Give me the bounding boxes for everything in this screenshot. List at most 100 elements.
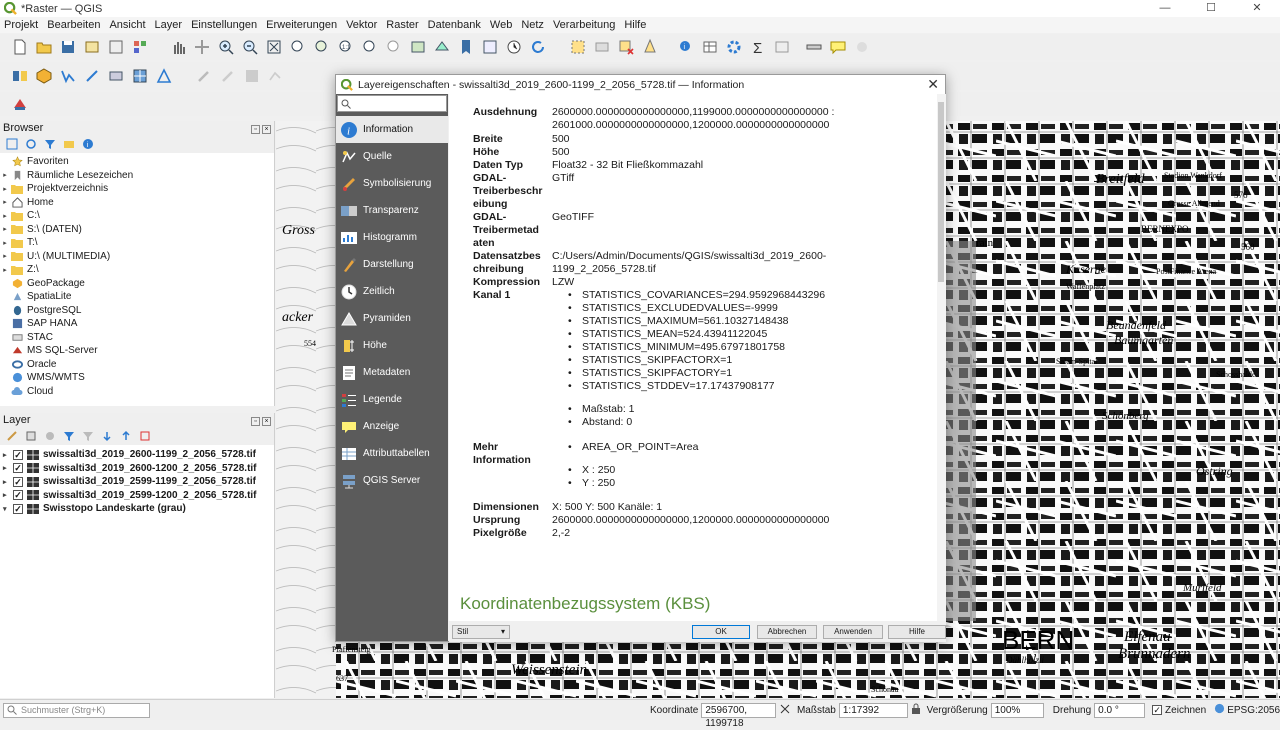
zoom-last-icon[interactable] xyxy=(360,37,380,57)
add-mesh-layer-icon[interactable] xyxy=(154,66,174,86)
layout-manager-icon[interactable] xyxy=(106,37,126,57)
browser-item[interactable]: Cloud xyxy=(0,385,274,399)
float-panel-icon[interactable]: ▫ xyxy=(251,417,260,426)
tab-metadaten[interactable]: Metadaten xyxy=(336,359,448,386)
menu-erweiterungen[interactable]: Erweiterungen xyxy=(266,19,337,31)
properties-info-icon[interactable]: i xyxy=(80,137,96,151)
tab-histogramm[interactable]: Histogramm xyxy=(336,224,448,251)
add-delimited-text-icon[interactable] xyxy=(82,66,102,86)
browser-item[interactable]: ▸ T:\ xyxy=(0,236,274,250)
temporal-controller-icon[interactable] xyxy=(504,37,524,57)
add-selected-layers-icon[interactable] xyxy=(4,137,20,151)
refresh-icon[interactable] xyxy=(528,37,548,57)
menu-web[interactable]: Web xyxy=(490,19,512,31)
tab-attributtabellen[interactable]: Attributtabellen xyxy=(336,440,448,467)
menu-hilfe[interactable]: Hilfe xyxy=(624,19,646,31)
add-group-icon[interactable] xyxy=(23,429,39,443)
layer-visibility-checkbox[interactable]: ✓ xyxy=(13,503,23,514)
browser-item[interactable]: ▸ Projektverzeichnis xyxy=(0,182,274,196)
help-button[interactable]: Hilfe xyxy=(888,624,946,639)
layer-row[interactable]: ▸ ✓ swissalti3d_2019_2600-1200_2_2056_5728… xyxy=(0,462,274,476)
browser-item[interactable]: Oracle xyxy=(0,358,274,372)
open-project-icon[interactable] xyxy=(34,37,54,57)
layer-row[interactable]: ▸ ✓ swissalti3d_2019_2600-1199_2_2056_5728… xyxy=(0,448,274,462)
render-checkbox[interactable]: ✓ xyxy=(1152,705,1163,715)
zoom-native-icon[interactable]: 1:1 xyxy=(336,37,356,57)
window-close-button[interactable]: ✕ xyxy=(1234,0,1280,17)
zoom-in-icon[interactable] xyxy=(216,37,236,57)
scrollbar-thumb[interactable] xyxy=(938,102,944,282)
digitize-icon[interactable] xyxy=(266,66,286,86)
select-features-icon[interactable] xyxy=(568,37,588,57)
layer-row[interactable]: ▾ ✓ Swisstopo Landeskarte (grau) xyxy=(0,502,274,516)
menu-bearbeiten[interactable]: Bearbeiten xyxy=(47,19,100,31)
browser-item[interactable]: ▸ Home xyxy=(0,196,274,210)
zoom-out-icon[interactable] xyxy=(240,37,260,57)
browser-item[interactable]: SAP HANA xyxy=(0,317,274,331)
table-icon[interactable] xyxy=(772,37,792,57)
layer-row[interactable]: ▸ ✓ swissalti3d_2019_2599-1200_2_2056_5728… xyxy=(0,489,274,503)
tab-symbolisierung[interactable]: Symbolisierung xyxy=(336,170,448,197)
rotation-field[interactable]: 0.0 ° xyxy=(1094,702,1146,718)
browser-item[interactable]: Favoriten xyxy=(0,155,274,169)
map-tips-icon[interactable] xyxy=(828,37,848,57)
layer-visibility-checkbox[interactable]: ✓ xyxy=(13,490,23,501)
zoom-full-icon[interactable] xyxy=(264,37,284,57)
tab-darstellung[interactable]: Darstellung xyxy=(336,251,448,278)
toggle-editing-icon[interactable] xyxy=(194,66,214,86)
lock-scale-icon[interactable] xyxy=(911,703,921,718)
pan-icon[interactable] xyxy=(168,37,188,57)
pan-to-selection-icon[interactable] xyxy=(192,37,212,57)
browser-item[interactable]: SpatiaLite xyxy=(0,290,274,304)
browser-item[interactable]: ▸ S:\ (DATEN) xyxy=(0,223,274,237)
browser-item[interactable]: GeoPackage xyxy=(0,277,274,291)
tab-pyramiden[interactable]: Pyramiden xyxy=(336,305,448,332)
select-location-icon[interactable] xyxy=(640,37,660,57)
deselect-icon[interactable] xyxy=(616,37,636,57)
refresh-browser-icon[interactable] xyxy=(23,137,39,151)
browser-item[interactable]: WMS/WMTS xyxy=(0,371,274,385)
coordinate-field[interactable]: 2596700, 1199718 xyxy=(701,702,776,729)
layer-visibility-checkbox[interactable]: ✓ xyxy=(13,476,23,487)
filter-expression-icon[interactable] xyxy=(80,429,96,443)
filter-browser-icon[interactable] xyxy=(42,137,58,151)
identify-icon[interactable]: i xyxy=(676,37,696,57)
layer-visibility-checkbox[interactable]: ✓ xyxy=(13,463,23,474)
menu-ansicht[interactable]: Ansicht xyxy=(109,19,145,31)
remove-layer-icon[interactable] xyxy=(137,429,153,443)
decorations-icon[interactable] xyxy=(852,37,872,57)
browser-item[interactable]: STAC xyxy=(0,331,274,345)
close-panel-icon[interactable]: × xyxy=(262,125,271,134)
expand-all-icon[interactable] xyxy=(99,429,115,443)
float-panel-icon[interactable]: ▫ xyxy=(251,125,260,134)
menu-verarbeitung[interactable]: Verarbeitung xyxy=(553,19,615,31)
crs-icon[interactable] xyxy=(1214,703,1225,717)
menu-datenbank[interactable]: Datenbank xyxy=(428,19,481,31)
browser-item[interactable]: ▸ Z:\ xyxy=(0,263,274,277)
browser-item[interactable]: ▸ C:\ xyxy=(0,209,274,223)
layer-style-icon[interactable] xyxy=(4,429,20,443)
new-geopackage-icon[interactable] xyxy=(34,66,54,86)
layer-row[interactable]: ▸ ✓ swissalti3d_2019_2599-1199_2_2056_5728… xyxy=(0,475,274,489)
tab-anzeige[interactable]: Anzeige xyxy=(336,413,448,440)
tab-quelle[interactable]: Quelle xyxy=(336,143,448,170)
pencil-icon[interactable] xyxy=(218,66,238,86)
plugin-tool-icon[interactable] xyxy=(10,94,30,114)
menu-layer[interactable]: Layer xyxy=(155,19,183,31)
style-manager-icon[interactable] xyxy=(130,37,150,57)
add-wms-layer-icon[interactable] xyxy=(106,66,126,86)
browser-item[interactable]: PostgreSQL xyxy=(0,304,274,318)
maximize-button[interactable]: ☐ xyxy=(1188,0,1234,17)
locator-search-input[interactable]: Suchmuster (Strg+K) xyxy=(3,702,150,718)
minimize-button[interactable]: — xyxy=(1142,0,1188,17)
zoom-selection-icon[interactable] xyxy=(288,37,308,57)
scale-field[interactable]: 1:17392 xyxy=(838,702,908,718)
show-bookmarks-icon[interactable] xyxy=(480,37,500,57)
data-source-manager-icon[interactable] xyxy=(10,66,30,86)
measure-icon[interactable] xyxy=(804,37,824,57)
sidebar-search-input[interactable] xyxy=(337,95,447,112)
dialog-close-button[interactable]: ✕ xyxy=(927,76,939,93)
new-map-view-icon[interactable] xyxy=(408,37,428,57)
new-3d-map-view-icon[interactable] xyxy=(432,37,452,57)
attribute-table-icon[interactable] xyxy=(700,37,720,57)
